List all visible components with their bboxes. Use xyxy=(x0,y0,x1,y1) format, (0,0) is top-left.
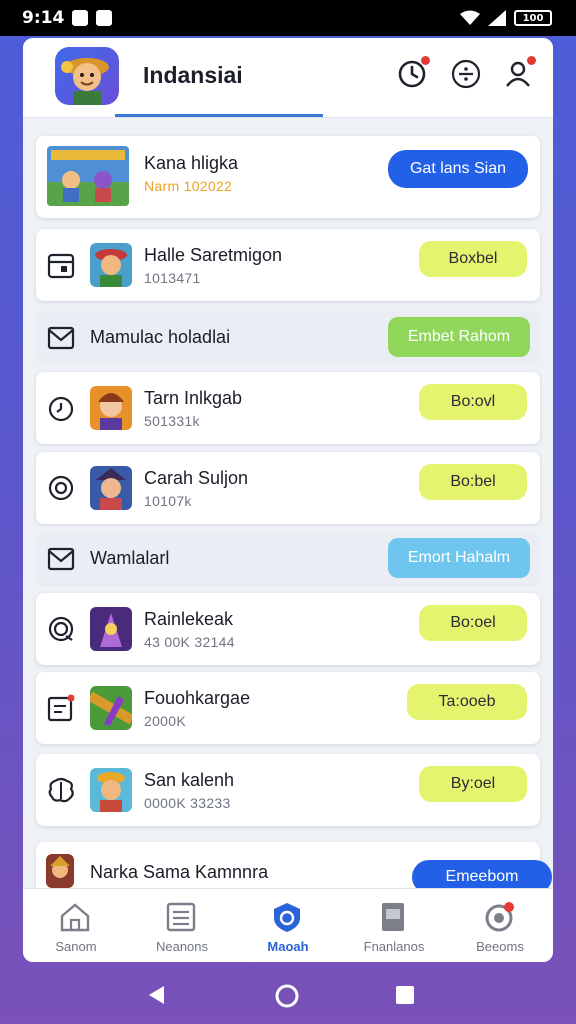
app-logo[interactable] xyxy=(55,47,119,105)
featured-action-button[interactable]: Gat lans Sian xyxy=(388,150,528,188)
notification-icon xyxy=(72,10,89,26)
calendar-alert-icon xyxy=(47,694,75,722)
game-thumbnail xyxy=(46,854,74,888)
list-item[interactable]: Tarn Inlkgab 501331k Bo:ovl xyxy=(36,372,540,444)
signal-icon xyxy=(488,10,506,26)
section-header: Mamulac holadlai Embet Rahom xyxy=(36,311,540,365)
item-subtitle: 10107k xyxy=(144,493,192,509)
item-title: Fouohkargae xyxy=(144,688,251,708)
game-thumbnail xyxy=(90,466,132,510)
nav-label: Fnanlanos xyxy=(363,939,425,954)
game-thumbnail xyxy=(90,768,132,812)
timer-icon xyxy=(48,396,74,422)
system-navigation-bar xyxy=(0,966,576,1024)
item-action-button[interactable]: Ta:ooeb xyxy=(407,684,527,720)
status-bar: 9:14 100 xyxy=(0,0,576,36)
section-action-button[interactable]: Emort Hahalm xyxy=(388,538,530,578)
wifi-icon xyxy=(460,10,480,25)
list-item[interactable]: Rainlekeak 43 00K 32144 Bo:oel xyxy=(36,593,540,665)
spiral-icon xyxy=(48,616,74,642)
item-title: Narka Sama Kamnnra xyxy=(90,862,269,882)
game-thumbnail xyxy=(90,386,132,430)
notification-dot xyxy=(527,56,536,65)
app-window: Indansiai Kana hligka Narm 102022 Gat la… xyxy=(23,38,553,962)
battery-level: 100 xyxy=(522,12,544,24)
recents-icon[interactable] xyxy=(395,985,415,1005)
section-title: Wamlalarl xyxy=(90,548,170,568)
item-subtitle: 501331k xyxy=(144,413,200,429)
nav-label: Sanom xyxy=(55,939,97,954)
nav-label: Neanons xyxy=(155,939,209,954)
item-action-button[interactable]: Bo:bel xyxy=(419,464,527,500)
item-action-button[interactable]: Bo:ovl xyxy=(419,384,527,420)
checkbox-icon[interactable] xyxy=(46,323,76,353)
status-time: 9:14 xyxy=(22,8,65,28)
nav-item-main[interactable]: Maoah xyxy=(235,889,341,962)
item-action-button[interactable]: Bo:oel xyxy=(419,605,527,641)
featured-title: Kana hligka xyxy=(144,153,239,173)
history-button[interactable] xyxy=(396,56,430,90)
game-thumbnail xyxy=(90,243,132,287)
app-notification-icon xyxy=(96,10,113,26)
item-subtitle: 0000K 33233 xyxy=(144,795,231,811)
home-button-icon[interactable] xyxy=(274,983,300,1009)
item-title: Rainlekeak xyxy=(144,609,234,629)
featured-thumbnail xyxy=(47,146,129,206)
nav-item-home[interactable]: Sanom xyxy=(23,889,129,962)
item-action-button[interactable]: By:oel xyxy=(419,766,527,802)
calendar-icon xyxy=(47,253,75,279)
featured-card[interactable]: Kana hligka Narm 102022 Gat lans Sian xyxy=(36,136,540,218)
battery-icon: 100 xyxy=(514,10,552,26)
shield-icon xyxy=(274,903,300,932)
app-header: Indansiai xyxy=(23,38,553,118)
target-icon xyxy=(48,475,74,501)
profile-button[interactable] xyxy=(502,56,536,90)
game-thumbnail xyxy=(90,607,132,651)
document-icon xyxy=(382,903,404,931)
active-tab-indicator xyxy=(115,114,323,117)
item-action-button[interactable]: Boxbel xyxy=(419,241,527,277)
item-title: Halle Saretmigon xyxy=(144,245,283,265)
list-item[interactable]: Narka Sama Kamnnra Emeebom xyxy=(36,842,552,894)
news-icon xyxy=(166,902,196,932)
calculator-button[interactable] xyxy=(450,58,482,90)
section-title: Mamulac holadlai xyxy=(90,327,231,347)
nav-item-news[interactable]: Neanons xyxy=(129,889,235,962)
item-subtitle: 2000K xyxy=(144,713,186,729)
list-item[interactable]: Halle Saretmigon 1013471 Boxbel xyxy=(36,229,540,301)
list-item[interactable]: Carah Suljon 10107k Bo:bel xyxy=(36,452,540,524)
bottom-navigation: Sanom Neanons Maoah Fnanlanos Beeoms xyxy=(23,888,553,962)
nav-item-profile[interactable]: Beeoms xyxy=(447,889,553,962)
game-thumbnail xyxy=(90,686,132,730)
nav-label: Maoah xyxy=(267,939,309,954)
featured-subtitle: Narm 102022 xyxy=(144,178,233,194)
item-subtitle: 1013471 xyxy=(144,270,201,286)
back-icon[interactable] xyxy=(146,984,166,1006)
profile-gear-icon xyxy=(485,902,514,932)
list-item[interactable]: San kalenh 0000K 33233 By:oel xyxy=(36,754,540,826)
home-icon xyxy=(60,903,90,932)
page-title: Indansiai xyxy=(143,62,243,88)
item-title: Carah Suljon xyxy=(144,468,249,488)
brain-icon xyxy=(48,777,74,803)
section-action-button[interactable]: Embet Rahom xyxy=(388,317,530,357)
nav-label: Beeoms xyxy=(476,939,524,954)
nav-item-finance[interactable]: Fnanlanos xyxy=(341,889,447,962)
checkbox-icon[interactable] xyxy=(46,544,76,574)
item-subtitle: 43 00K 32144 xyxy=(144,634,235,650)
notification-dot xyxy=(421,56,430,65)
item-title: Tarn Inlkgab xyxy=(144,388,243,408)
item-title: San kalenh xyxy=(144,770,235,790)
divide-icon xyxy=(451,59,481,89)
list-item[interactable]: Fouohkargae 2000K Ta:ooeb xyxy=(36,672,540,744)
section-header: Wamlalarl Emort Hahalm xyxy=(36,532,540,586)
